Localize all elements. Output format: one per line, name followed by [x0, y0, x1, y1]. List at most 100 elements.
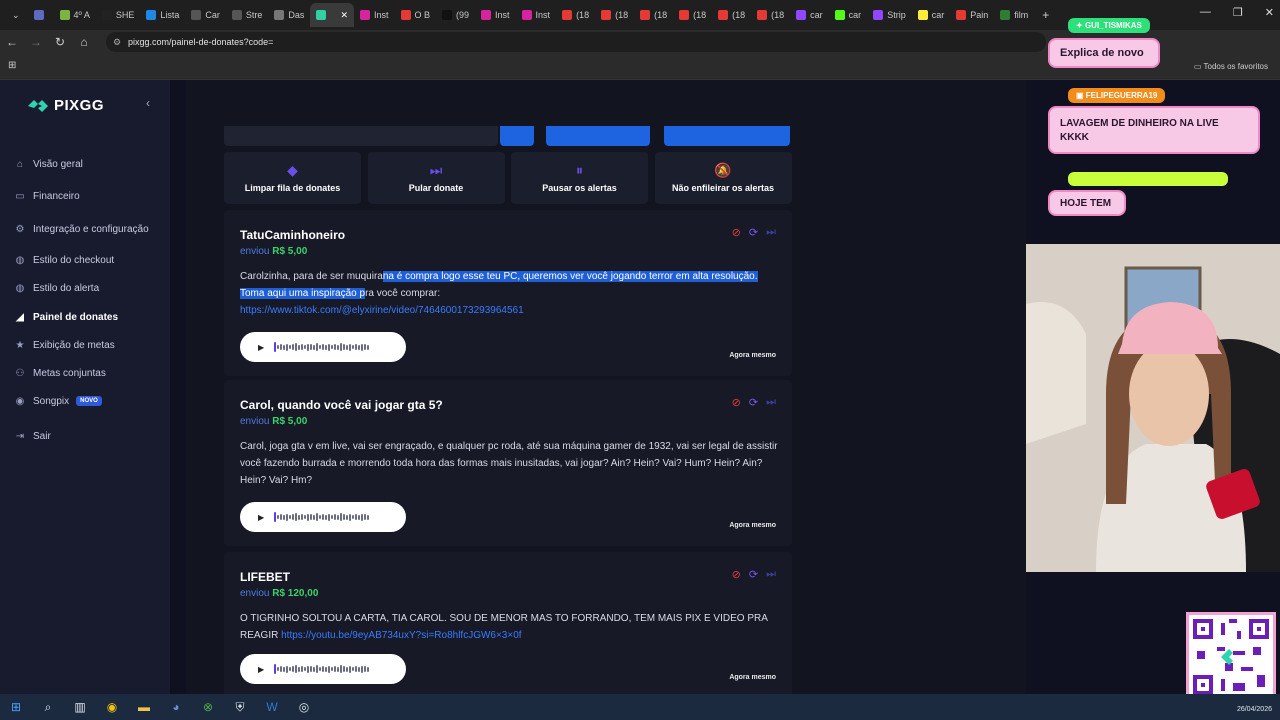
- restore-icon[interactable]: ❐: [1233, 6, 1243, 19]
- collapse-sidebar-icon[interactable]: ‹: [146, 96, 150, 110]
- site-info-icon[interactable]: ⚙: [113, 37, 121, 48]
- security-icon[interactable]: ⛨: [224, 700, 256, 715]
- pixgg-logo[interactable]: PIXGG: [28, 97, 104, 114]
- chrome-icon[interactable]: ◉: [96, 700, 128, 714]
- browser-tab[interactable]: Strip: [867, 3, 912, 27]
- browser-tab[interactable]: (18: [556, 3, 595, 27]
- skip-icon[interactable]: ⏭: [766, 568, 776, 581]
- settings-button[interactable]: [546, 126, 650, 146]
- block-icon[interactable]: ⊘: [732, 568, 741, 581]
- discord-icon[interactable]: ◕: [160, 700, 192, 714]
- reload-icon[interactable]: ↻: [48, 35, 72, 49]
- audio-player[interactable]: ▶: [240, 332, 406, 362]
- browser-tab[interactable]: SHE: [96, 3, 141, 27]
- block-icon[interactable]: ⊘: [732, 396, 741, 409]
- sidebar-item[interactable]: ◍ Estilo do checkout: [14, 254, 115, 266]
- browser-tab[interactable]: [28, 3, 54, 27]
- action-button[interactable]: ⏭ Pular donate: [367, 152, 505, 204]
- browser-tab[interactable]: (99: [436, 3, 475, 27]
- donation-card: LIFEBET enviou R$ 120,00 ⊘ ⟳ ⏭ O TIGRINH…: [224, 552, 792, 694]
- play-icon[interactable]: ▶: [258, 513, 264, 522]
- sidebar-item[interactable]: ◢ Painel de donates: [14, 311, 118, 323]
- browser-tab[interactable]: film: [994, 3, 1034, 27]
- filter-button[interactable]: [500, 126, 534, 146]
- message-link[interactable]: https://youtu.be/9eyAB734uxY?si=Ro8hlfcJ…: [281, 630, 521, 641]
- browser-tab[interactable]: car: [790, 3, 829, 27]
- donation-time: Agora mesmo: [729, 352, 776, 359]
- replay-icon[interactable]: ⟳: [749, 226, 758, 239]
- browser-tab[interactable]: Stre: [226, 3, 269, 27]
- home-icon[interactable]: ⌂: [72, 35, 96, 49]
- browser-tab[interactable]: (18: [712, 3, 751, 27]
- tab-favicon: [33, 10, 44, 20]
- browser-tab[interactable]: Inst: [475, 3, 516, 27]
- message-link[interactable]: https://www.tiktok.com/@elyxirine/video/…: [240, 305, 524, 316]
- qr-code[interactable]: [1186, 612, 1276, 702]
- tab-search-icon[interactable]: ⌄: [4, 10, 28, 21]
- block-icon[interactable]: ⊘: [732, 226, 741, 239]
- sidebar-item[interactable]: ◍ Estilo do alerta: [14, 282, 100, 294]
- new-tab-icon[interactable]: +: [1034, 8, 1057, 22]
- sidebar-item[interactable]: ▭ Financeiro: [14, 190, 79, 202]
- search-input[interactable]: [224, 126, 498, 146]
- url-field[interactable]: ⚙ pixgg.com/painel-de-donates?code=: [106, 32, 1046, 52]
- skip-icon[interactable]: ⏭: [766, 396, 776, 409]
- forward-icon[interactable]: →: [24, 35, 48, 49]
- chat-username-blurred: [1068, 172, 1228, 186]
- browser-tab[interactable]: car: [829, 3, 868, 27]
- browser-tab[interactable]: O B: [395, 3, 437, 27]
- browser-tab[interactable]: Pain: [950, 3, 994, 27]
- sidebar-item[interactable]: ⚇ Metas conjuntas: [14, 367, 106, 379]
- browser-tab[interactable]: Inst: [516, 3, 557, 27]
- browser-tab[interactable]: Lista: [140, 3, 185, 27]
- action-button[interactable]: ◆ Limpar fila de donates: [224, 152, 361, 204]
- audio-player[interactable]: ▶: [240, 654, 406, 684]
- waveform[interactable]: [274, 512, 370, 522]
- browser-tab[interactable]: (18: [673, 3, 712, 27]
- all-bookmarks-link[interactable]: ▭ Todos os favoritos: [1194, 62, 1268, 71]
- file-explorer-icon[interactable]: ▬: [128, 700, 160, 714]
- tab-label: film: [1014, 10, 1029, 20]
- xbox-icon[interactable]: ⊗: [192, 700, 224, 714]
- browser-tab[interactable]: Inst: [354, 3, 395, 27]
- task-view-icon[interactable]: ▥: [64, 700, 96, 714]
- replay-icon[interactable]: ⟳: [749, 568, 758, 581]
- browser-tab[interactable]: Car: [185, 3, 226, 27]
- browser-tab[interactable]: (18: [595, 3, 634, 27]
- sidebar-item[interactable]: ◉ Songpix NOVO: [14, 395, 102, 407]
- browser-tab[interactable]: (18: [751, 3, 790, 27]
- action-button[interactable]: ⏸ Pausar os alertas: [511, 152, 648, 204]
- skip-icon[interactable]: ⏭: [766, 226, 776, 239]
- waveform[interactable]: [274, 664, 370, 674]
- browser-tab[interactable]: car: [912, 3, 951, 27]
- audio-player[interactable]: ▶: [240, 502, 406, 532]
- sidebar-item-label: Metas conjuntas: [33, 367, 106, 379]
- waveform[interactable]: [274, 342, 370, 352]
- sidebar-item[interactable]: ★ Exibição de metas: [14, 339, 115, 351]
- browser-tab[interactable]: 4º A: [54, 3, 96, 27]
- tab-label: Inst: [535, 10, 551, 20]
- play-icon[interactable]: ▶: [258, 665, 264, 674]
- tab-label: Stre: [245, 10, 263, 20]
- obs-icon[interactable]: ◎: [288, 700, 320, 714]
- minimize-icon[interactable]: —: [1200, 6, 1211, 19]
- word-icon[interactable]: W: [256, 700, 288, 714]
- play-icon[interactable]: ▶: [258, 343, 264, 352]
- browser-tab[interactable]: (18: [634, 3, 673, 27]
- test-button[interactable]: [664, 126, 790, 146]
- sidebar-item[interactable]: ⚙ Integração e configuração: [14, 223, 149, 235]
- back-icon[interactable]: ←: [0, 35, 24, 49]
- pixgg-logo-icon: [28, 99, 48, 112]
- search-icon[interactable]: ⌕: [32, 700, 64, 715]
- apps-icon[interactable]: ⊞: [8, 60, 16, 71]
- browser-tab[interactable]: ✕: [310, 3, 354, 27]
- start-icon[interactable]: ⊞: [0, 700, 32, 714]
- close-icon[interactable]: ✕: [1265, 6, 1274, 19]
- tab-close-icon[interactable]: ✕: [340, 10, 348, 21]
- sidebar-item[interactable]: ⌂ Visão geral: [14, 158, 83, 170]
- sidebar-item[interactable]: ⇥ Sair: [14, 430, 51, 442]
- replay-icon[interactable]: ⟳: [749, 396, 758, 409]
- new-badge: NOVO: [76, 396, 102, 406]
- browser-tab[interactable]: Das: [268, 3, 310, 27]
- action-button[interactable]: 🔕 Não enfileirar os alertas: [654, 152, 792, 204]
